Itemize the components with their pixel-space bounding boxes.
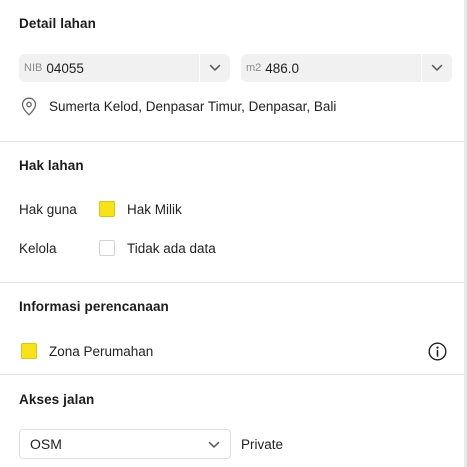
kelola-label: Kelola	[19, 241, 57, 256]
zone-label: Zona Perumahan	[49, 344, 154, 359]
akses-heading: Akses jalan	[19, 392, 95, 407]
location-text: Sumerta Kelod, Denpasar Timur, Denpasar,…	[49, 99, 337, 114]
hak-guna-value: Hak Milik	[127, 202, 182, 217]
nib-value: 04055	[46, 60, 84, 76]
hak-guna-label: Hak guna	[19, 202, 77, 217]
perencanaan-section: Informasi perencanaan Zona Perumahan	[0, 283, 464, 374]
road-source-select[interactable]: OSM	[19, 429, 231, 459]
hak-section: Hak lahan Hak guna Hak Milik Kelola Tida…	[0, 142, 464, 282]
access-type-label: Private	[241, 437, 284, 452]
chevron-down-icon	[209, 64, 221, 71]
chevron-down-icon	[431, 64, 443, 71]
area-field[interactable]: m2 486.0	[241, 54, 452, 82]
hak-guna-swatch	[99, 201, 115, 217]
nib-field[interactable]: NIB 04055	[19, 54, 230, 82]
chevron-down-icon	[208, 441, 220, 448]
location-pin-icon	[21, 97, 37, 116]
info-icon[interactable]	[428, 342, 447, 361]
hak-heading: Hak lahan	[19, 158, 84, 173]
kelola-swatch	[99, 240, 115, 256]
area-prefix: m2	[246, 62, 262, 74]
kelola-value: Tidak ada data	[127, 241, 216, 256]
perencanaan-heading: Informasi perencanaan	[19, 299, 169, 314]
zone-swatch	[21, 343, 37, 359]
nib-prefix: NIB	[24, 62, 43, 74]
akses-section: Akses jalan OSM Private	[0, 375, 464, 467]
area-dropdown-button[interactable]	[421, 54, 452, 82]
road-source-value: OSM	[30, 436, 62, 452]
area-value: 486.0	[265, 60, 300, 76]
nib-dropdown-button[interactable]	[199, 54, 230, 82]
detail-heading: Detail lahan	[19, 16, 96, 31]
detail-section: Detail lahan NIB 04055 m2 486.0 Sumerta …	[0, 0, 464, 141]
